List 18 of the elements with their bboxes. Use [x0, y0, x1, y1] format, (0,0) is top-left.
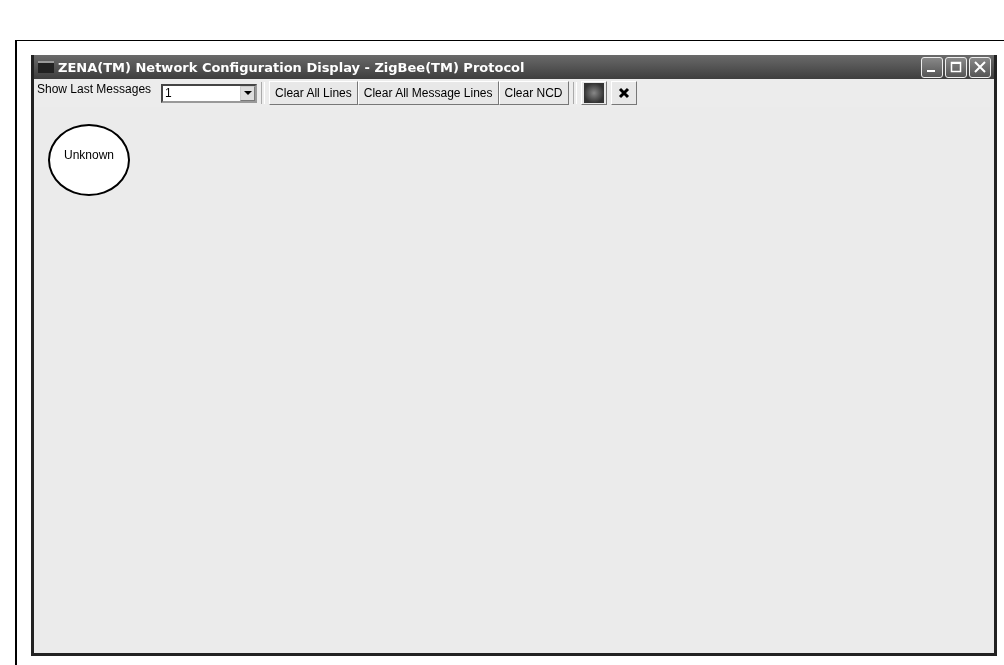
close-button[interactable]: [969, 56, 991, 78]
app-icon: [38, 61, 54, 73]
x-icon: [617, 87, 630, 99]
delete-button[interactable]: [610, 81, 637, 105]
toolbar-button[interactable]: Clear NCD: [498, 81, 569, 105]
show-last-messages-label: Show Last Messages: [37, 82, 152, 96]
toolbar-button[interactable]: Clear All Lines: [269, 81, 358, 105]
close-icon: [974, 61, 986, 73]
window-title: ZENA(TM) Network Configuration Display - ZigBee(TM) Protocol: [58, 59, 526, 75]
messages-dropdown[interactable]: 1: [161, 83, 258, 103]
dark-square-icon: [583, 83, 604, 103]
maximize-icon: [950, 61, 962, 73]
image-button[interactable]: [580, 81, 607, 105]
network-node[interactable]: Unknown: [48, 124, 130, 196]
toolbar-button[interactable]: Clear All Message Lines: [357, 81, 499, 105]
minimize-button[interactable]: [921, 56, 943, 78]
minimize-icon: [927, 70, 935, 72]
maximize-button[interactable]: [945, 56, 967, 78]
